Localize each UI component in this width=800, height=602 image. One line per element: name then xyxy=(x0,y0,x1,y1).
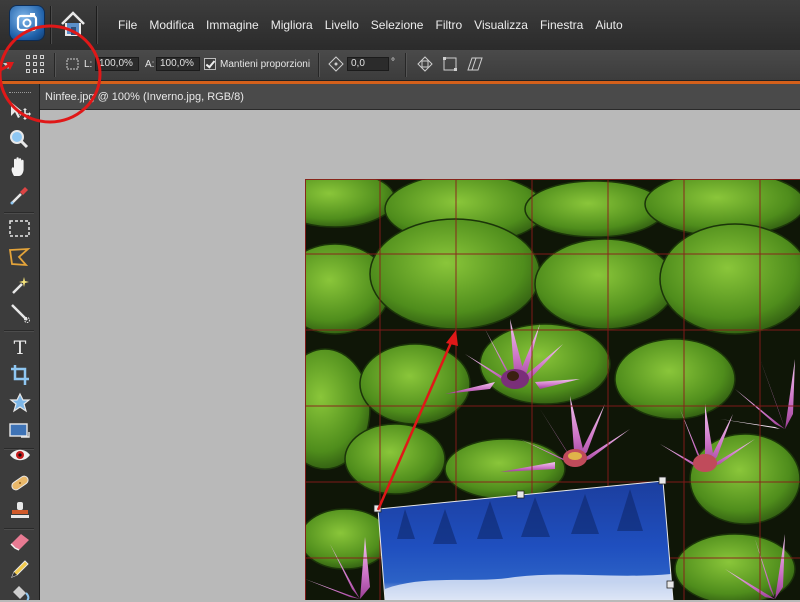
width-icon xyxy=(64,55,82,73)
paint-bucket-tool-icon[interactable] xyxy=(7,580,33,602)
crop-tool-icon[interactable] xyxy=(7,364,33,386)
move-tool-icon[interactable] xyxy=(7,100,33,122)
menu-finestra[interactable]: Finestra xyxy=(534,18,589,32)
rotate-angle-icon xyxy=(327,55,345,73)
pencil-tool-icon[interactable] xyxy=(7,558,33,580)
quick-selection-tool-icon[interactable] xyxy=(7,302,33,324)
menu-migliora[interactable]: Migliora xyxy=(265,18,319,32)
menu-aiuto[interactable]: Aiuto xyxy=(589,18,628,32)
cookie-cutter-tool-icon[interactable] xyxy=(7,392,33,414)
tools-panel: T xyxy=(0,84,40,602)
tool-preset-dropdown-icon[interactable] xyxy=(3,63,13,69)
menu-modifica[interactable]: Modifica xyxy=(143,18,200,32)
tools-separator xyxy=(4,330,34,332)
options-separator xyxy=(405,53,407,77)
skew-mode-icon[interactable] xyxy=(466,55,484,73)
constrain-proportions-label: Mantieni proporzioni xyxy=(220,59,311,70)
panel-grip[interactable] xyxy=(9,92,31,94)
type-tool-icon[interactable]: T xyxy=(7,336,33,358)
width-label: L: xyxy=(84,59,93,70)
main-menu: File Modifica Immagine Migliora Livello … xyxy=(112,0,629,50)
menu-visualizza[interactable]: Visualizza xyxy=(468,18,534,32)
document-image[interactable] xyxy=(305,179,800,600)
scale-mode-icon[interactable] xyxy=(441,55,459,73)
constrain-proportions-checkbox[interactable] xyxy=(204,58,216,70)
menubar-separator xyxy=(50,6,52,44)
clone-stamp-tool-icon[interactable] xyxy=(7,500,33,522)
lasso-tool-icon[interactable] xyxy=(7,246,33,268)
hand-tool-icon[interactable] xyxy=(7,156,33,178)
marquee-tool-icon[interactable] xyxy=(7,218,33,240)
recompose-tool-icon[interactable] xyxy=(7,420,33,442)
document-tab[interactable]: Ninfee.jpg @ 100% (Inverno.jpg, RGB/8) xyxy=(40,84,800,110)
red-eye-tool-icon[interactable] xyxy=(7,444,33,466)
menu-selezione[interactable]: Selezione xyxy=(365,18,430,32)
menu-bar: File Modifica Immagine Migliora Livello … xyxy=(0,0,800,51)
eyedropper-tool-icon[interactable] xyxy=(7,184,33,206)
zoom-tool-icon[interactable] xyxy=(7,128,33,150)
svg-text:T: T xyxy=(14,337,27,358)
options-separator xyxy=(54,53,56,77)
menubar-separator xyxy=(96,6,98,44)
menu-livello[interactable]: Livello xyxy=(319,18,365,32)
eraser-tool-icon[interactable] xyxy=(7,530,33,552)
tools-separator xyxy=(4,212,34,214)
options-separator xyxy=(318,53,320,77)
reference-point-locator-icon[interactable] xyxy=(26,55,44,73)
rotation-angle-field[interactable] xyxy=(347,57,389,71)
menu-immagine[interactable]: Immagine xyxy=(200,18,265,32)
rotate-mode-icon[interactable] xyxy=(416,55,434,73)
document-title: Ninfee.jpg @ 100% (Inverno.jpg, RGB/8) xyxy=(45,91,244,103)
home-icon[interactable] xyxy=(58,8,88,40)
menu-file[interactable]: File xyxy=(112,18,143,32)
angle-unit-label: ° xyxy=(391,57,395,68)
menu-filtro[interactable]: Filtro xyxy=(429,18,468,32)
healing-brush-tool-icon[interactable] xyxy=(7,472,33,494)
height-label: A: xyxy=(145,59,155,70)
width-field[interactable] xyxy=(95,57,139,71)
magic-wand-tool-icon[interactable] xyxy=(7,274,33,296)
app-logo-icon[interactable] xyxy=(10,6,44,40)
height-field[interactable] xyxy=(156,57,200,71)
